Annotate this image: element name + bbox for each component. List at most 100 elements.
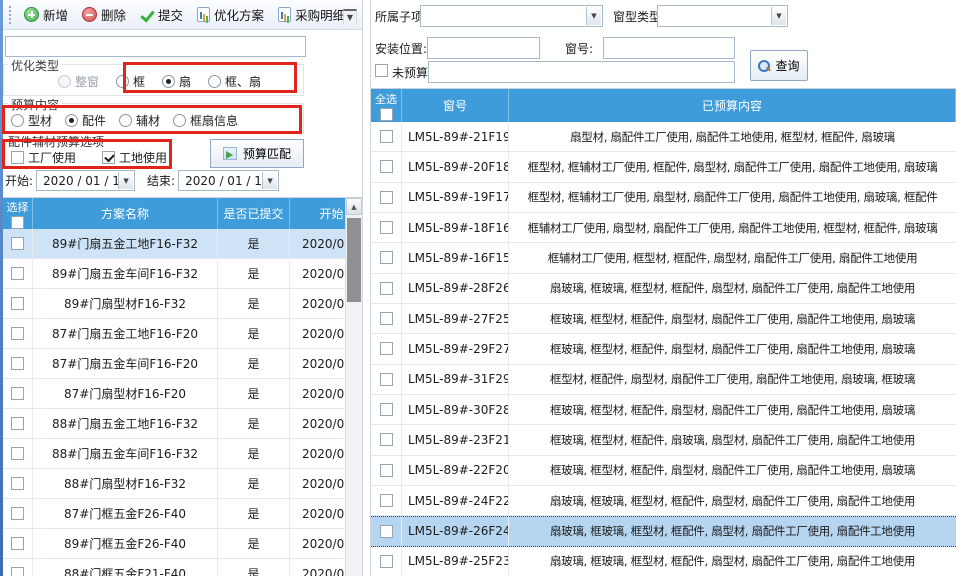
window-row[interactable]: LM5L-89#-18F16框辅材工厂使用, 扇型材, 扇配件工厂使用, 扇配件… <box>371 213 956 243</box>
radio-icon[interactable] <box>116 75 129 88</box>
row-checkbox[interactable] <box>380 130 393 143</box>
plan-filter-input[interactable] <box>5 36 306 57</box>
window-no-input[interactable] <box>603 37 735 59</box>
window-row[interactable]: LM5L-89#-22F20框玻璃, 框型材, 框配件, 扇型材, 扇配件工厂使… <box>371 456 956 486</box>
query-button[interactable]: 查询 <box>750 50 808 81</box>
row-checkbox[interactable] <box>11 297 24 310</box>
select-all-checkbox[interactable] <box>380 108 393 121</box>
install-position-input[interactable] <box>427 37 540 59</box>
row-checkbox[interactable] <box>380 191 393 204</box>
row-checkbox[interactable] <box>11 507 24 520</box>
row-checkbox[interactable] <box>380 464 393 477</box>
plan-row[interactable]: 88#门扇五金车间F16-F32是2020/0 <box>3 439 362 469</box>
plan-row[interactable]: 88#门扇五金工地F16-F32是2020/0 <box>3 409 362 439</box>
budget-match-button[interactable]: 预算匹配 <box>210 139 304 168</box>
row-checkbox[interactable] <box>11 327 24 340</box>
checkbox-icon[interactable] <box>102 151 115 164</box>
select-all-checkbox[interactable] <box>11 216 24 229</box>
row-checkbox[interactable] <box>380 282 393 295</box>
checkbox-option-site-use[interactable]: 工地使用 <box>102 149 167 166</box>
row-checkbox[interactable] <box>11 537 24 550</box>
row-checkbox[interactable] <box>380 525 393 538</box>
row-checkbox[interactable] <box>380 403 393 416</box>
end-date-picker[interactable]: 2020 / 01 / 13 ▼ <box>178 170 279 191</box>
row-checkbox[interactable] <box>11 417 24 430</box>
window-row[interactable]: LM5L-89#-19F17框型材, 框辅材工厂使用, 扇型材, 扇配件工厂使用… <box>371 183 956 213</box>
sub-item-select[interactable]: ▼ <box>420 5 603 27</box>
row-checkbox[interactable] <box>380 342 393 355</box>
plan-row[interactable]: 88#门扇型材F16-F32是2020/0 <box>3 469 362 499</box>
radio-option-aux-material[interactable]: 辅材 <box>119 112 160 129</box>
select-all-column-header: 全选 <box>371 89 402 122</box>
window-row[interactable]: LM5L-89#-16F15框辅材工厂使用, 框型材, 框配件, 扇型材, 扇配… <box>371 243 956 273</box>
radio-option-sash[interactable]: 扇 <box>162 73 191 90</box>
row-checkbox[interactable] <box>380 373 393 386</box>
window-row[interactable]: LM5L-89#-26F24扇玻璃, 框玻璃, 框型材, 框配件, 扇型材, 扇… <box>371 516 956 546</box>
radio-option-profile[interactable]: 型材 <box>11 112 52 129</box>
row-checkbox[interactable] <box>11 387 24 400</box>
window-row[interactable]: LM5L-89#-25F23扇玻璃, 框玻璃, 框型材, 框配件, 扇型材, 扇… <box>371 547 956 576</box>
plan-row[interactable]: 88#门框五金F21-F40是2020/0 <box>3 559 362 576</box>
start-date-picker[interactable]: 2020 / 01 / 1 ▼ <box>36 170 135 191</box>
window-row[interactable]: LM5L-89#-29F27框玻璃, 框型材, 框配件, 扇型材, 扇配件工厂使… <box>371 334 956 364</box>
row-checkbox[interactable] <box>11 447 24 460</box>
chevron-down-icon[interactable]: ▼ <box>771 7 786 25</box>
window-row[interactable]: LM5L-89#-20F18框型材, 框辅材工厂使用, 框配件, 扇型材, 扇配… <box>371 152 956 182</box>
window-row[interactable]: LM5L-89#-30F28框玻璃, 框型材, 框配件, 扇型材, 扇配件工厂使… <box>371 395 956 425</box>
chevron-down-icon[interactable]: ▼ <box>586 7 601 25</box>
window-row[interactable]: LM5L-89#-28F26扇玻璃, 框玻璃, 框型材, 框配件, 扇型材, 扇… <box>371 274 956 304</box>
window-row[interactable]: LM5L-89#-23F21框玻璃, 框型材, 框配件, 扇玻璃, 扇型材, 扇… <box>371 425 956 455</box>
row-checkbox[interactable] <box>11 567 24 576</box>
scrollbar-thumb[interactable] <box>347 218 361 302</box>
radio-option-frame[interactable]: 框 <box>116 73 145 90</box>
plan-row[interactable]: 87#门扇型材F16-F20是2020/0 <box>3 379 362 409</box>
scroll-up-icon[interactable]: ▲ <box>346 198 362 215</box>
row-checkbox[interactable] <box>380 494 393 507</box>
radio-option-frame-sash-info[interactable]: 框扇信息 <box>173 112 238 129</box>
plan-row[interactable]: 87#门扇五金车间F16-F20是2020/0 <box>3 349 362 379</box>
window-row[interactable]: LM5L-89#-27F25框玻璃, 框型材, 框配件, 扇型材, 扇配件工厂使… <box>371 304 956 334</box>
plan-row[interactable]: 89#门扇型材F16-F32是2020/0 <box>3 289 362 319</box>
radio-option-frame-sash[interactable]: 框、扇 <box>208 73 261 90</box>
radio-option-accessory[interactable]: 配件 <box>65 112 106 129</box>
row-checkbox[interactable] <box>11 237 24 250</box>
window-row[interactable]: LM5L-89#-21F19扇型材, 扇配件工厂使用, 扇配件工地使用, 框型材… <box>371 122 956 152</box>
toolbar-button-delete[interactable]: 删除 <box>78 3 130 26</box>
row-checkbox[interactable] <box>380 555 393 568</box>
window-row[interactable]: LM5L-89#-24F22扇玻璃, 框玻璃, 框型材, 框配件, 扇型材, 扇… <box>371 486 956 516</box>
radio-icon[interactable] <box>65 114 78 127</box>
panel-splitter[interactable] <box>362 0 371 576</box>
checkbox-option-factory-use[interactable]: 工厂使用 <box>11 149 76 166</box>
radio-icon[interactable] <box>162 75 175 88</box>
row-checkbox[interactable] <box>380 160 393 173</box>
row-checkbox[interactable] <box>11 357 24 370</box>
radio-icon[interactable] <box>119 114 132 127</box>
plan-row[interactable]: 87#门扇五金工地F16-F20是2020/0 <box>3 319 362 349</box>
radio-icon[interactable] <box>173 114 186 127</box>
toolbar-overflow-button[interactable]: ▼ <box>343 9 357 25</box>
no-budget-checkbox[interactable] <box>375 64 388 77</box>
row-checkbox[interactable] <box>11 477 24 490</box>
chevron-down-icon[interactable]: ▼ <box>262 172 277 189</box>
toolbar-button-submit[interactable]: 提交 <box>136 3 187 26</box>
plan-row[interactable]: 89#门扇五金工地F16-F32是2020/0 <box>3 229 362 259</box>
toolbar-button-optimize-plan[interactable]: 优化方案 <box>193 3 268 26</box>
no-budget-input[interactable] <box>428 61 735 83</box>
chevron-down-icon[interactable]: ▼ <box>118 172 133 189</box>
row-checkbox[interactable] <box>380 221 393 234</box>
plan-row[interactable]: 89#门扇五金车间F16-F32是2020/0 <box>3 259 362 289</box>
row-checkbox[interactable] <box>380 251 393 264</box>
row-checkbox[interactable] <box>11 267 24 280</box>
plan-row[interactable]: 89#门框五金F26-F40是2020/0 <box>3 529 362 559</box>
radio-icon[interactable] <box>208 75 221 88</box>
row-checkbox[interactable] <box>380 312 393 325</box>
toolbar-button-new[interactable]: 新增 <box>20 3 72 26</box>
window-row[interactable]: LM5L-89#-31F29框型材, 框配件, 扇型材, 扇配件工厂使用, 扇配… <box>371 365 956 395</box>
radio-icon[interactable] <box>11 114 24 127</box>
row-checkbox[interactable] <box>380 433 393 446</box>
checkbox-icon[interactable] <box>11 151 24 164</box>
plan-table-scrollbar[interactable]: ▲ <box>345 198 362 576</box>
plan-row[interactable]: 87#门框五金F26-F40是2020/0 <box>3 499 362 529</box>
window-type-select[interactable]: ▼ <box>657 5 788 27</box>
search-icon <box>758 60 770 72</box>
